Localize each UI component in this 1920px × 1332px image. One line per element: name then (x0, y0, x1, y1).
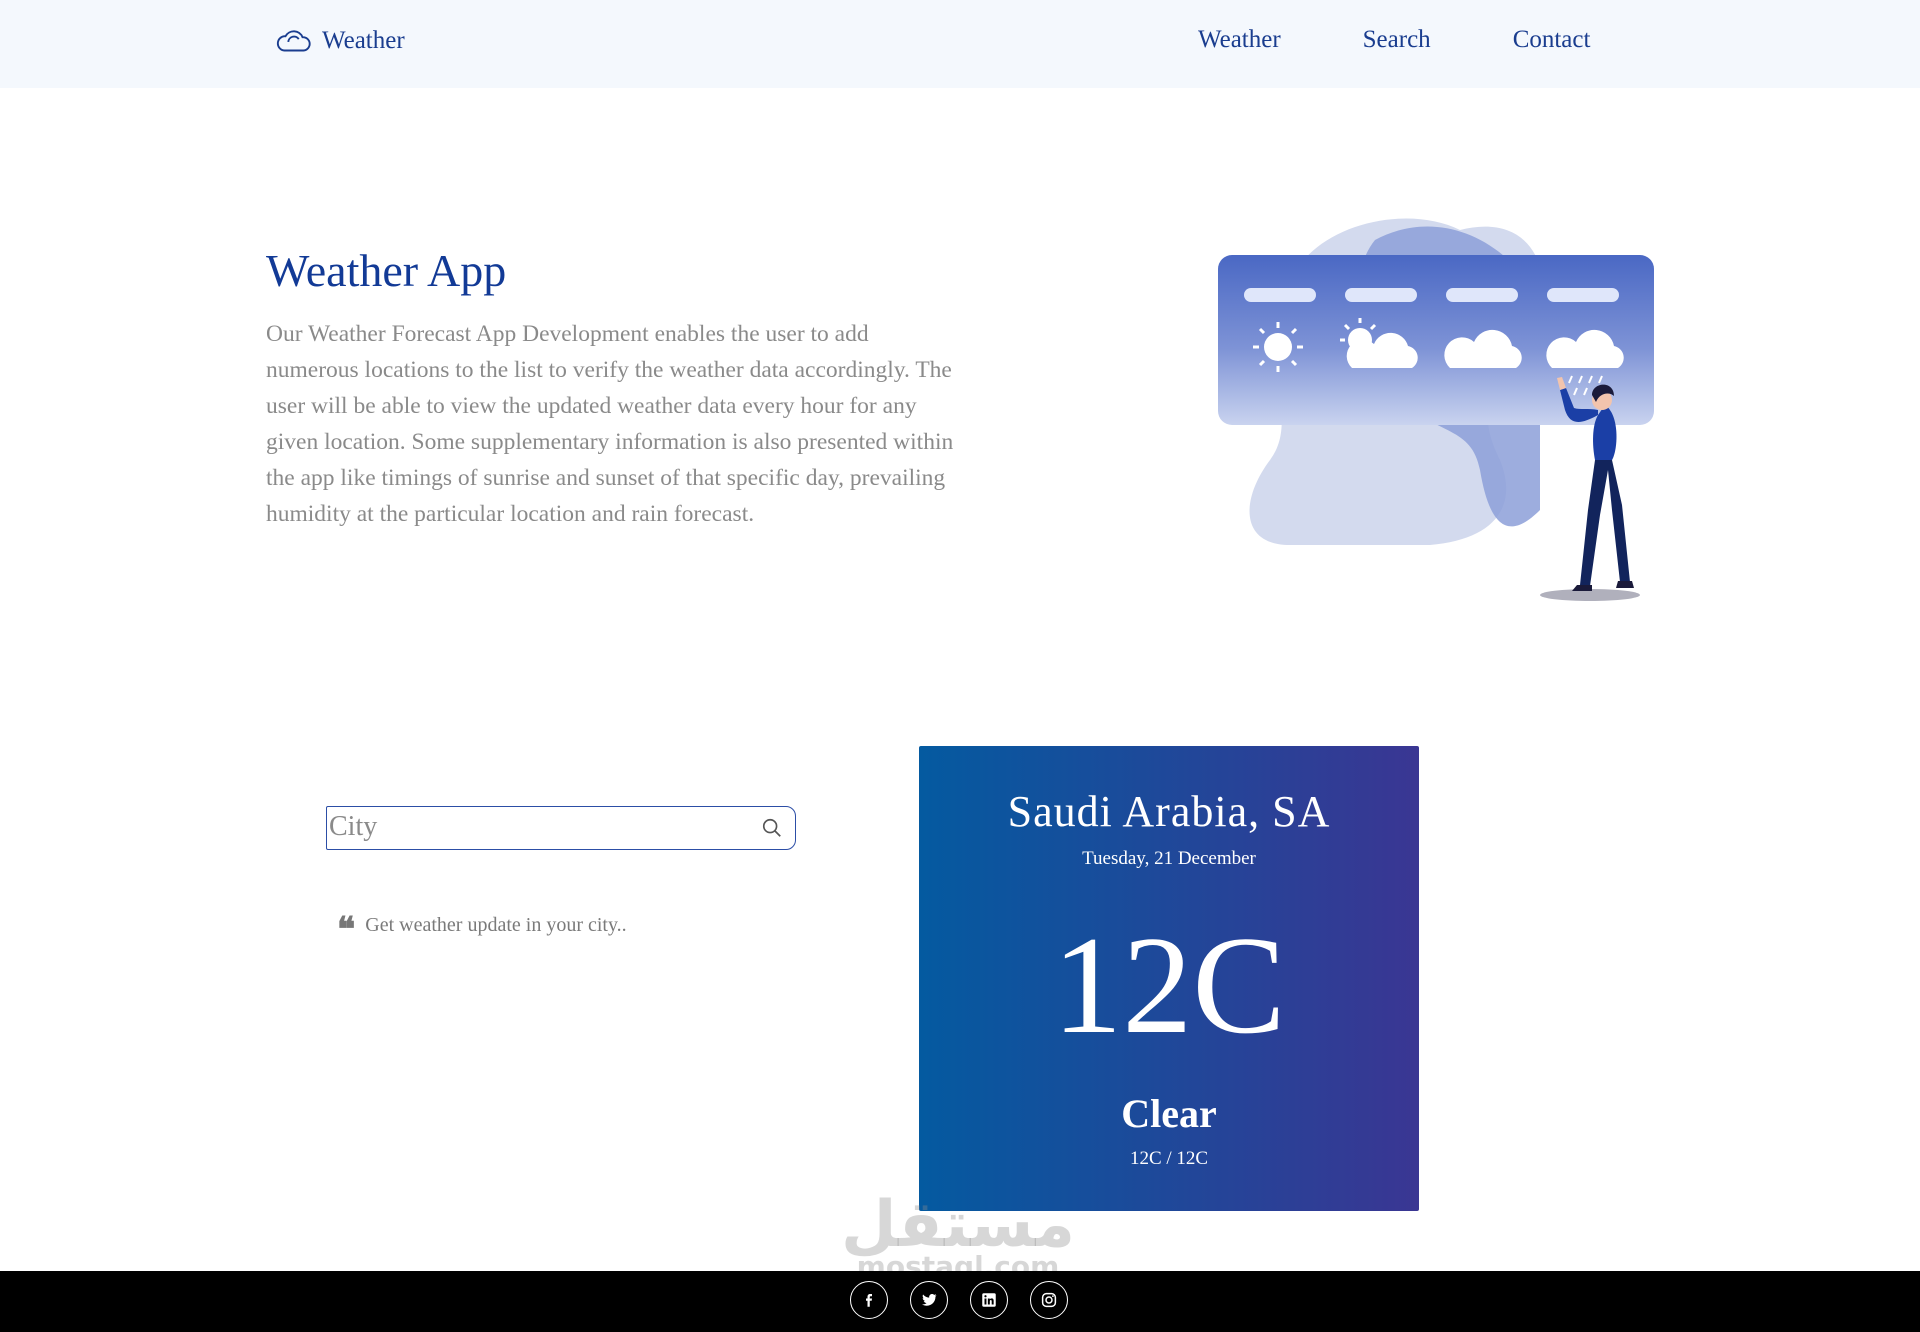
twitter-button[interactable] (910, 1281, 948, 1319)
brand-name: Weather (322, 27, 405, 54)
hero-description: Our Weather Forecast App Development ena… (266, 321, 954, 527)
nav-link-contact[interactable]: Contact (1513, 26, 1591, 54)
city-search-input[interactable] (329, 809, 729, 845)
navbar: Weather Weather Search Contact (0, 0, 1920, 88)
facebook-icon (866, 1294, 872, 1307)
weather-card: Saudi Arabia, SA Tuesday, 21 December 12… (919, 746, 1419, 1211)
hero-title: Weather App (266, 245, 507, 296)
weather-date: Tuesday, 21 December (1082, 848, 1256, 869)
facebook-button[interactable] (850, 1281, 888, 1319)
instagram-icon (1041, 1292, 1057, 1308)
nav-links: Weather Search Contact (1198, 26, 1590, 54)
weather-location: Saudi Arabia, SA (1007, 787, 1331, 836)
nav-link-search[interactable]: Search (1363, 26, 1431, 54)
tagline: ❝ Get weather update in your city.. (337, 910, 627, 950)
twitter-icon (922, 1294, 937, 1306)
search-icon[interactable] (761, 817, 783, 839)
linkedin-button[interactable] (970, 1281, 1008, 1319)
search-box (326, 806, 796, 850)
weather-illustration (1218, 218, 1654, 601)
tagline-text: Get weather update in your city.. (365, 913, 627, 936)
weather-condition: Clear (1121, 1091, 1217, 1136)
weather-temp-range: 12C / 12C (1129, 1148, 1209, 1169)
social-links (850, 1281, 1068, 1319)
brand-logo[interactable]: Weather (275, 22, 405, 60)
footer (0, 1271, 1920, 1332)
quote-icon: ❝ (337, 910, 356, 950)
nav-link-weather[interactable]: Weather (1198, 26, 1281, 54)
weather-temperature: 12C (1052, 908, 1286, 1063)
cloud-icon (276, 30, 311, 52)
instagram-button[interactable] (1030, 1281, 1068, 1319)
linkedin-icon (982, 1293, 996, 1307)
